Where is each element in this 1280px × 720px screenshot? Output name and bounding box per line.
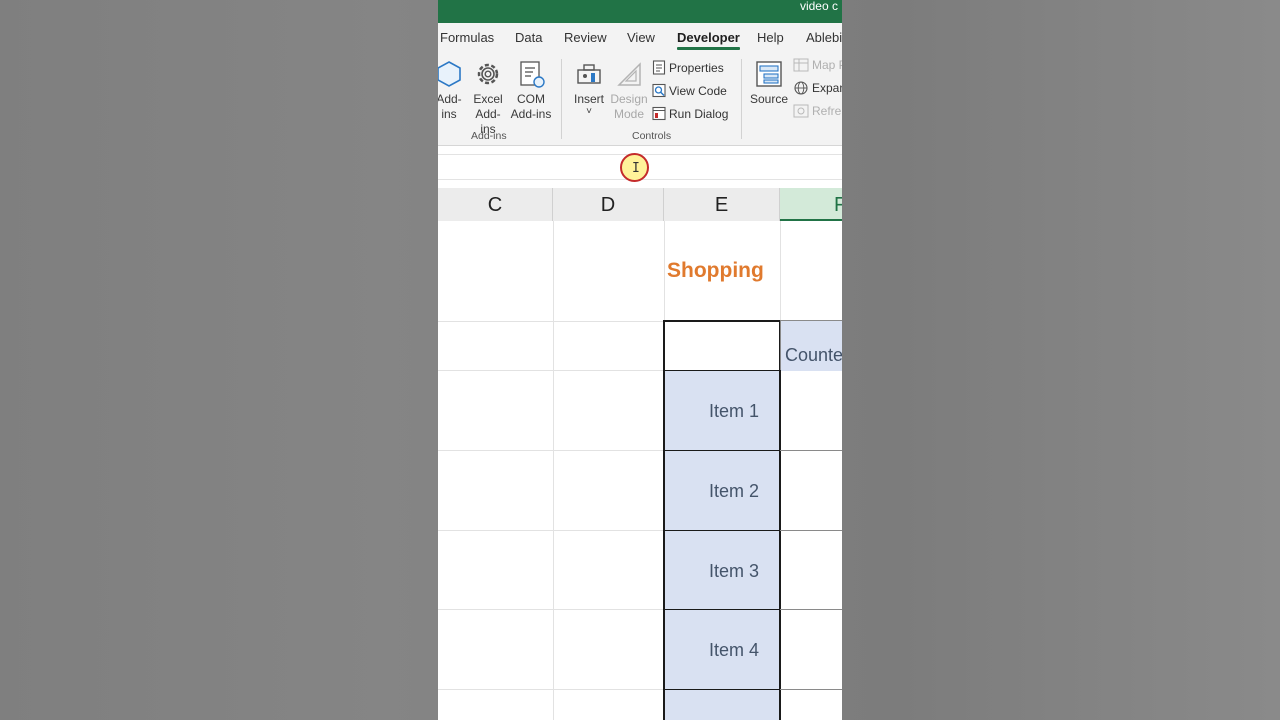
shopping-heading-cell[interactable]: Shopping [667,259,764,283]
column-header-d[interactable]: D [553,188,664,221]
tab-data[interactable]: Data [515,30,542,45]
chevron-down-icon: ˅ [586,106,592,117]
counter-header-cell[interactable]: Counte [780,320,842,371]
mouse-cursor-highlight: I [620,153,649,182]
excel-window: video c Formulas Data Review View Develo… [438,0,842,720]
window-title: video c [799,0,838,13]
group-divider [561,59,562,139]
triangle-ruler-icon [610,59,648,89]
worksheet-grid[interactable]: Shopping Counte Item 1 Item 2 Item 3 Ite… [438,221,842,720]
xml-source-icon [747,59,791,89]
ribbon-tabs: Formulas Data Review View Developer Help… [438,23,842,53]
view-code-button[interactable]: View Code [652,83,727,101]
group-divider [741,59,742,139]
properties-icon [652,60,666,78]
text-cursor-icon: I [632,161,640,176]
item-cell[interactable]: Item 4 [663,609,781,690]
refresh-data-button[interactable]: Refre [793,104,841,121]
tab-ablebits[interactable]: Ablebi [806,30,842,45]
globe-icon [793,81,809,98]
counter-value-cell[interactable] [780,450,842,531]
tab-help[interactable]: Help [757,30,784,45]
tab-view[interactable]: View [627,30,655,45]
insert-label: Insert [573,92,604,106]
com-addins-button[interactable]: COM Add-ins [510,59,552,122]
table-header-cell-e[interactable] [663,320,781,371]
expansion-packs-button[interactable]: Expan [793,81,842,98]
column-header-e[interactable]: E [664,188,780,221]
formula-bar[interactable]: I [438,153,842,182]
run-dialog-icon [652,106,666,124]
refresh-icon [793,104,809,121]
counter-value-cell[interactable] [780,530,842,610]
excel-addins-button[interactable]: Excel Add-ins [468,59,508,137]
insert-controls-button[interactable]: Insert ˅ [570,59,608,117]
addins-group-label: Add-ins [471,130,507,142]
column-header-f[interactable]: F [780,188,842,221]
controls-group-label: Controls [632,130,672,142]
map-properties-icon [793,58,809,75]
title-bar: video c [438,0,842,23]
gear-icon [468,59,508,89]
counter-value-cell[interactable] [780,370,842,451]
addins-button[interactable]: Add- ins [438,59,464,122]
tab-formulas[interactable]: Formulas [440,30,494,45]
column-header-c[interactable]: C [438,188,553,221]
item-cell[interactable]: Item 2 [663,450,781,531]
tab-review[interactable]: Review [564,30,607,45]
addins-icon [438,59,464,89]
map-properties-button[interactable]: Map P [793,58,842,75]
item-cell[interactable]: Item 3 [663,530,781,610]
item-cell[interactable]: Item 1 [663,370,781,451]
item-cell[interactable] [663,689,781,720]
run-dialog-button[interactable]: Run Dialog [652,106,728,124]
tab-developer[interactable]: Developer [677,30,740,50]
toolbox-icon [570,59,608,89]
com-addins-icon [510,59,552,89]
view-code-icon [652,83,666,101]
ribbon: Add- ins Excel Add-ins COM Add-ins Add-i… [438,53,842,146]
counter-value-cell[interactable] [780,609,842,690]
source-button[interactable]: Source [747,59,791,107]
design-mode-button[interactable]: Design Mode [610,59,648,122]
gridline [553,221,554,720]
column-headers: C D E F [438,188,842,222]
properties-button[interactable]: Properties [652,60,724,78]
